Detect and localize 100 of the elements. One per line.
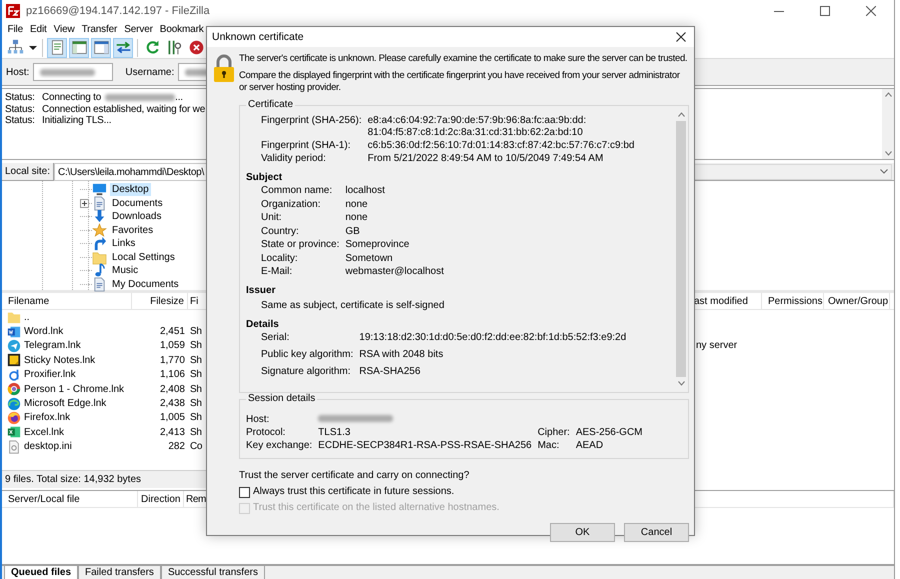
log-message: Connection established, waiting for we	[42, 104, 206, 115]
intro-text: Compare the displayed fingerprint with the certificate fingerprint you have received from your server administrator or server hosting provider.	[239, 70, 681, 94]
scroll-down-icon[interactable]	[678, 381, 684, 386]
file-type: Sh	[190, 340, 202, 352]
window-title: pz16669@194.147.142.197 - FileZilla	[26, 5, 210, 17]
field-label: Fingerprint (SHA-256):	[261, 115, 362, 128]
column-header[interactable]: Filesize	[132, 293, 188, 309]
field-value: webmaster@localhost	[345, 266, 445, 278]
flame-globe-icon	[7, 410, 21, 425]
menu-item[interactable]: File	[4, 22, 27, 37]
minimize-icon	[774, 10, 784, 12]
ring-icon	[7, 368, 21, 382]
section-heading: Issuer	[246, 284, 276, 298]
filter-icon	[166, 39, 182, 56]
scrollbar-thumb[interactable]	[676, 121, 686, 377]
field-value: none	[345, 212, 369, 224]
checkbox-label: Trust this certificate on the listed alternative hostnames.	[253, 502, 500, 514]
menu-item[interactable]: View	[50, 22, 78, 37]
maximize-icon	[820, 6, 830, 16]
file-type: Sh	[190, 426, 202, 438]
file-name[interactable]: Telegram.lnk	[24, 340, 81, 352]
dialog-button[interactable]: Cancel	[624, 523, 689, 542]
file-type: Sh	[190, 354, 202, 366]
field-label: Common name:	[261, 185, 334, 197]
tab[interactable]: Failed transfers	[78, 566, 161, 579]
network-icon	[6, 39, 24, 56]
menu-item[interactable]: Edit	[26, 22, 50, 37]
file-name[interactable]: Microsoft Edge.lnk	[24, 398, 106, 410]
field-label: Unit:	[261, 212, 283, 224]
scrollbar[interactable]	[675, 109, 687, 389]
list-message: ny server	[696, 340, 738, 351]
section-heading: Details	[246, 318, 280, 332]
file-size: 2,451	[160, 326, 185, 338]
column-header[interactable]: Filename	[2, 293, 132, 309]
padlock-icon	[213, 53, 235, 83]
tree-item[interactable]: Downloads	[110, 210, 164, 224]
file-name[interactable]: ..	[24, 312, 30, 323]
log-message: ...	[175, 92, 183, 104]
section-heading: Subject	[246, 171, 284, 185]
dialog-title: Unknown certificate	[212, 31, 304, 43]
checkbox[interactable]	[239, 486, 250, 498]
host-field[interactable]	[33, 63, 114, 81]
menu-item[interactable]: Transfer	[78, 22, 121, 37]
menu-item[interactable]: Bookmark	[156, 22, 208, 37]
file-name[interactable]: Sticky Notes.lnk	[24, 354, 96, 366]
scroll-down-icon[interactable]	[884, 151, 892, 156]
file-name[interactable]: Excel.lnk	[24, 426, 64, 438]
field-label: Public key algorithm:	[261, 349, 354, 361]
tree-item[interactable]: Local Settings	[110, 250, 177, 264]
tree-item[interactable]: Links	[110, 237, 138, 250]
field-label: Username:	[125, 66, 174, 78]
field-value: RSA with 2048 bits	[359, 349, 444, 361]
scrollbar[interactable]	[882, 89, 894, 159]
document-icon	[92, 276, 107, 292]
intro-text: The server's certificate is unknown. Please carefully examine the certificate to make sure the server can be trusted.	[239, 53, 688, 65]
pinwheel-icon	[7, 382, 21, 396]
tree-item[interactable]: My Documents	[110, 278, 181, 291]
toolbar-button[interactable]	[47, 38, 67, 58]
file-name[interactable]: Firefox.lnk	[24, 412, 70, 424]
file-name[interactable]: desktop.ini	[24, 441, 72, 452]
refresh-icon	[144, 39, 160, 56]
field-label: Protocol:	[246, 427, 286, 439]
field-value: 19:13:18:d2:30:1d:d0:5e:d0:f2:dd:ee:82:bf:1d:b5:52:f3:e9:2d	[359, 332, 628, 344]
tree-item[interactable]: Desktop	[110, 183, 151, 196]
file-type: Sh	[190, 412, 202, 424]
field-label: E-Mail:	[261, 266, 294, 278]
column-header[interactable]: Permissions	[762, 293, 824, 309]
field-value: RSA-SHA256	[359, 366, 422, 378]
toolbar-button[interactable]	[69, 38, 89, 58]
file-type: Sh	[190, 369, 202, 380]
tab[interactable]: Queued files	[4, 566, 78, 579]
field-label: Host:	[246, 414, 270, 426]
tree-item[interactable]: Music	[110, 264, 140, 278]
column-header[interactable]: Owner/Group	[824, 293, 890, 309]
menu-item[interactable]: Server	[120, 22, 156, 37]
folder-icon	[7, 310, 21, 324]
column-header[interactable]: Direction	[138, 491, 184, 507]
toolbar-button[interactable]	[91, 38, 111, 58]
expand-button[interactable]	[80, 198, 89, 208]
tree-item[interactable]: Favorites	[110, 224, 156, 237]
section-text: Same as subject, certificate is self-signed	[260, 300, 446, 312]
dialog-button[interactable]: OK	[550, 523, 615, 542]
file-type: Sh	[190, 326, 202, 338]
scroll-up-icon[interactable]	[884, 92, 892, 97]
field-value: c6:b5:36:0d:f2:56:10:7d:01:14:83:cf:87:42:bc:57:76:c7:c9:bd	[368, 140, 636, 152]
scroll-up-icon[interactable]	[678, 112, 684, 117]
file-name[interactable]: Person 1 - Chrome.lnk	[24, 384, 124, 395]
tab[interactable]: Successful transfers	[160, 566, 265, 579]
tree-item[interactable]: Documents	[110, 196, 165, 210]
panel-layout-icon	[70, 39, 88, 56]
column-header[interactable]: Server/Local file	[2, 491, 138, 507]
file-name[interactable]: Proxifier.lnk	[24, 369, 76, 380]
field-label: Validity period:	[261, 153, 327, 165]
toolbar-button[interactable]	[113, 38, 133, 58]
field-value: ECDHE-SECP384R1-RSA-PSS-RSAE-SHA256	[318, 440, 532, 452]
file-size: 1,059	[160, 340, 185, 352]
field-value: none	[345, 198, 369, 210]
field-value: e8:a4:c6:04:92:7a:90:de:57:9b:96:8a:fc:aa:9b:dd:	[368, 115, 588, 127]
curved-arrow-icon	[92, 236, 107, 252]
file-name[interactable]: Word.lnk	[24, 326, 64, 338]
